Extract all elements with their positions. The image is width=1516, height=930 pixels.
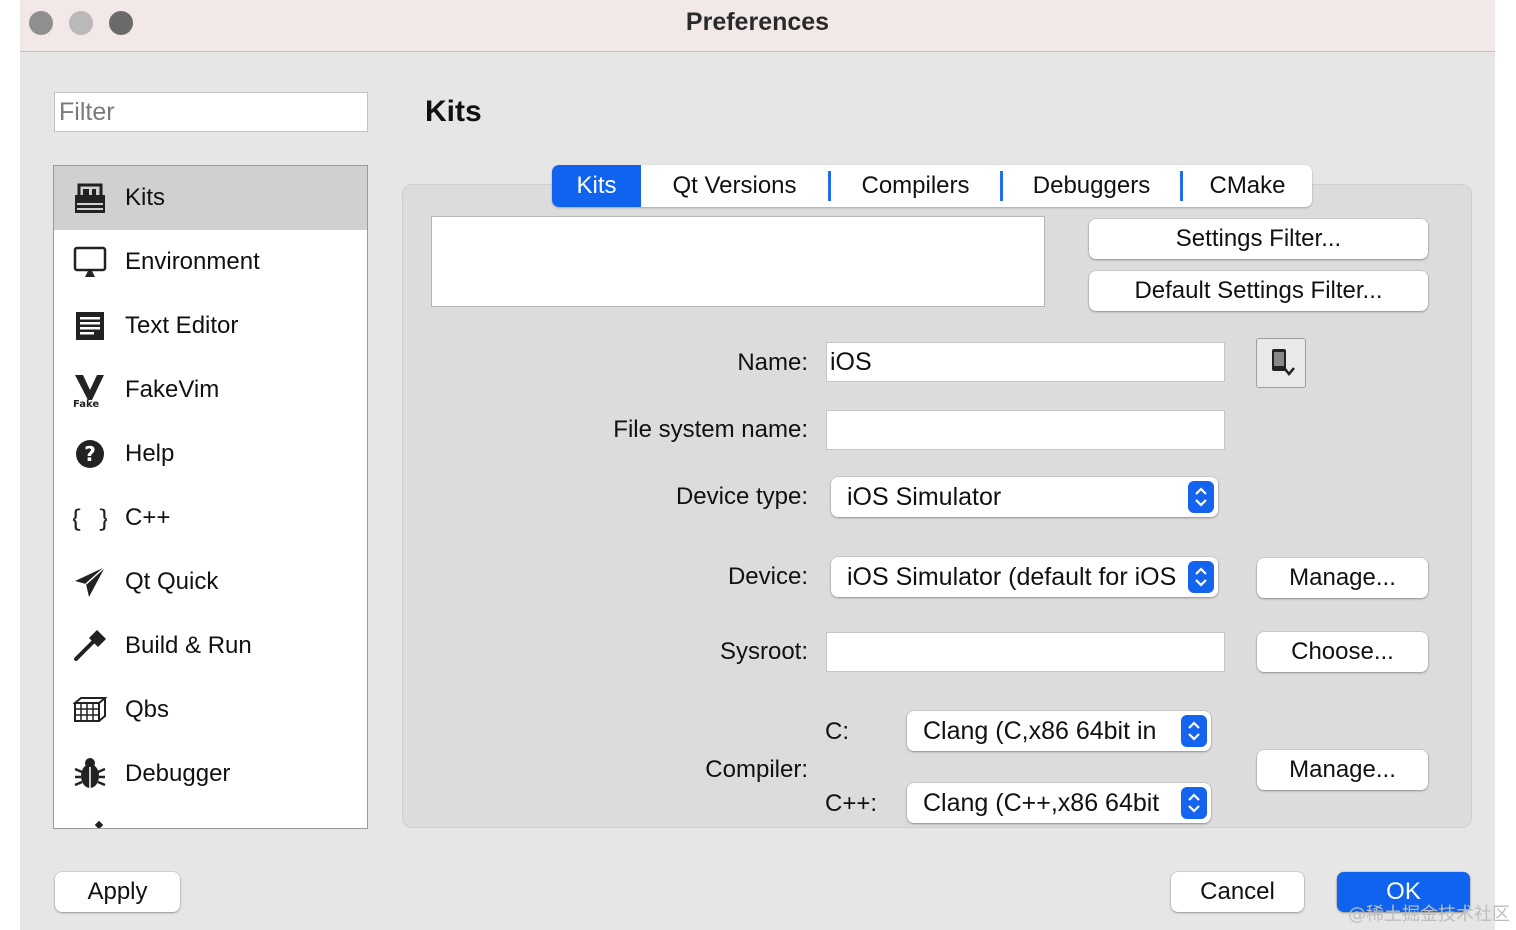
sidebar-item-label: Debugger (125, 760, 231, 787)
paper-plane-icon (72, 564, 108, 600)
phone-icon (1263, 343, 1299, 384)
sidebar-item-label: Qbs (125, 696, 170, 723)
filter-input[interactable] (54, 92, 368, 132)
sidebar-item-label: Text Editor (125, 312, 239, 339)
tab-kits[interactable]: Kits (552, 165, 641, 207)
chevron-updown-icon (1181, 787, 1207, 819)
partially-hidden-icon (94, 820, 104, 828)
tab-qt-versions[interactable]: Qt Versions (641, 165, 828, 207)
sidebar-item-label: Build & Run (125, 632, 252, 659)
title-bar[interactable]: Preferences (20, 0, 1495, 52)
device-type-select[interactable]: iOS Simulator (831, 477, 1218, 517)
svg-text:?: ? (84, 442, 96, 466)
fakevim-icon: Fake (72, 372, 108, 408)
name-label: Name: (737, 349, 808, 376)
sidebar-item-help[interactable]: ? Help (54, 422, 367, 486)
sidebar-item-text-editor[interactable]: Text Editor (54, 294, 367, 358)
c-compiler-value: Clang (C,x86 64bit in (923, 717, 1157, 745)
cpp-compiler-label: C++: (825, 790, 878, 817)
device-label: Device: (727, 563, 808, 590)
file-system-name-input[interactable] (826, 410, 1225, 450)
compiler-label: Compiler: (705, 756, 808, 783)
settings-filter-button[interactable]: Settings Filter... (1089, 219, 1428, 259)
device-icon-button[interactable] (1256, 338, 1306, 388)
preferences-window: Preferences Kits (20, 0, 1495, 930)
hammer-icon (72, 628, 108, 664)
chevron-updown-icon (1181, 715, 1207, 747)
sidebar-item-fakevim[interactable]: Fake FakeVim (54, 358, 367, 422)
tab-bar: Kits Qt Versions Compilers Debuggers CMa… (552, 165, 1312, 207)
bug-icon (72, 756, 108, 792)
braces-icon: { } (72, 500, 108, 536)
device-value: iOS Simulator (default for iOS (847, 563, 1177, 591)
tab-debuggers[interactable]: Debuggers (1003, 165, 1180, 207)
tab-cmake[interactable]: CMake (1183, 165, 1312, 207)
device-select[interactable]: iOS Simulator (default for iOS (831, 557, 1218, 597)
choose-sysroot-button[interactable]: Choose... (1257, 632, 1428, 672)
default-settings-filter-button[interactable]: Default Settings Filter... (1089, 271, 1428, 311)
sidebar-item-build-run[interactable]: Build & Run (54, 614, 367, 678)
name-input[interactable]: iOS (826, 342, 1225, 382)
sidebar-item-debugger[interactable]: Debugger (54, 742, 367, 806)
sidebar-item-label: C++ (125, 504, 171, 531)
help-icon: ? (72, 436, 108, 472)
cancel-button[interactable]: Cancel (1171, 872, 1304, 912)
page-title: Kits (425, 95, 482, 128)
device-type-value: iOS Simulator (847, 483, 1002, 511)
sidebar-item-kits[interactable]: Kits (54, 166, 367, 230)
kits-icon (72, 180, 108, 216)
sidebar-item-cpp[interactable]: { } C++ (54, 486, 367, 550)
sidebar-item-label: Help (125, 440, 175, 467)
c-compiler-select[interactable]: Clang (C,x86 64bit in (907, 711, 1211, 751)
device-type-label: Device type: (675, 483, 808, 510)
chevron-updown-icon (1188, 561, 1214, 593)
svg-text:{ }: { } (73, 505, 107, 533)
watermark: @稀土掘金技术社区 (1348, 904, 1510, 925)
apply-button[interactable]: Apply (55, 872, 180, 912)
category-sidebar: Kits Environment Text Editor Fake FakeVi… (53, 165, 368, 829)
kit-list[interactable] (431, 216, 1045, 307)
chevron-updown-icon (1188, 481, 1214, 513)
tab-compilers[interactable]: Compilers (831, 165, 1000, 207)
sidebar-item-label: Environment (125, 248, 260, 275)
manage-devices-button[interactable]: Manage... (1257, 558, 1428, 598)
sidebar-item-qbs[interactable]: Qbs (54, 678, 367, 742)
svg-text:Fake: Fake (73, 399, 99, 408)
window-title: Preferences (685, 8, 830, 36)
monitor-icon (72, 244, 108, 280)
sidebar-item-qt-quick[interactable]: Qt Quick (54, 550, 367, 614)
sysroot-label: Sysroot: (719, 638, 808, 665)
sidebar-item-label: Kits (125, 184, 166, 211)
sidebar-item-environment[interactable]: Environment (54, 230, 367, 294)
grid-icon (72, 692, 108, 728)
cpp-compiler-select[interactable]: Clang (C++,x86 64bit (907, 783, 1211, 823)
text-editor-icon (72, 308, 108, 344)
manage-compilers-button[interactable]: Manage... (1257, 750, 1428, 790)
sidebar-item-label: Qt Quick (125, 568, 219, 595)
c-compiler-label: C: (825, 718, 849, 745)
sysroot-input[interactable] (826, 632, 1225, 672)
file-system-name-label: File system name: (613, 416, 808, 443)
cpp-compiler-value: Clang (C++,x86 64bit (923, 789, 1160, 817)
sidebar-item-label: FakeVim (125, 376, 220, 403)
